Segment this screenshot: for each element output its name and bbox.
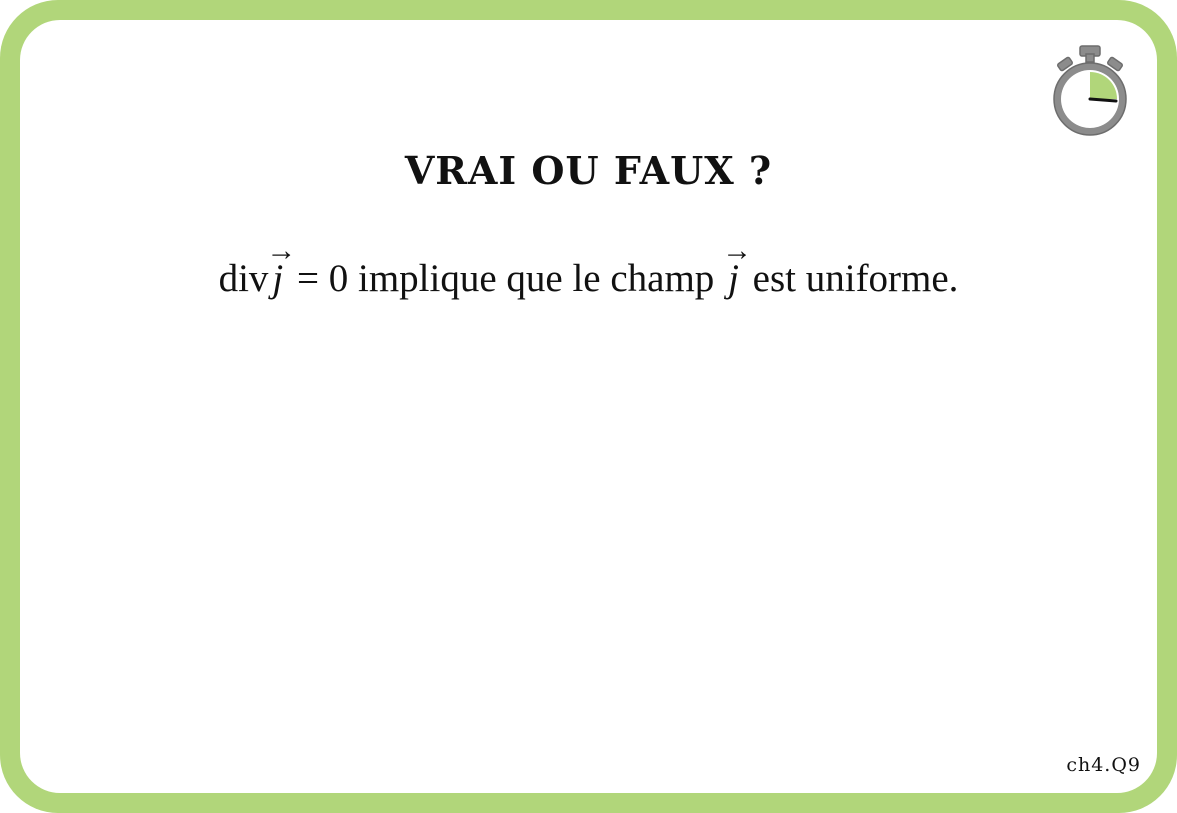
question-statement: div → j = 0 implique que le champ → j est u… (0, 236, 1177, 301)
vector-j: → j (266, 236, 296, 301)
statement-middle: = 0 implique que le champ (287, 257, 725, 300)
question-title: VRAI OU FAUX ? (404, 148, 773, 193)
vector-arrow: → (266, 234, 297, 267)
question-code: ch4.Q9 (1066, 754, 1141, 776)
question-card: VRAI OU FAUX ? div → j = 0 implique que le… (0, 0, 1177, 813)
vector-j-second: → j (722, 236, 752, 301)
stopwatch-icon (1053, 45, 1127, 136)
div-operator: div (218, 257, 269, 300)
card-content-area (20, 20, 1157, 793)
vector-arrow-second: → (722, 234, 753, 267)
statement-suffix: est uniforme. (742, 257, 959, 300)
